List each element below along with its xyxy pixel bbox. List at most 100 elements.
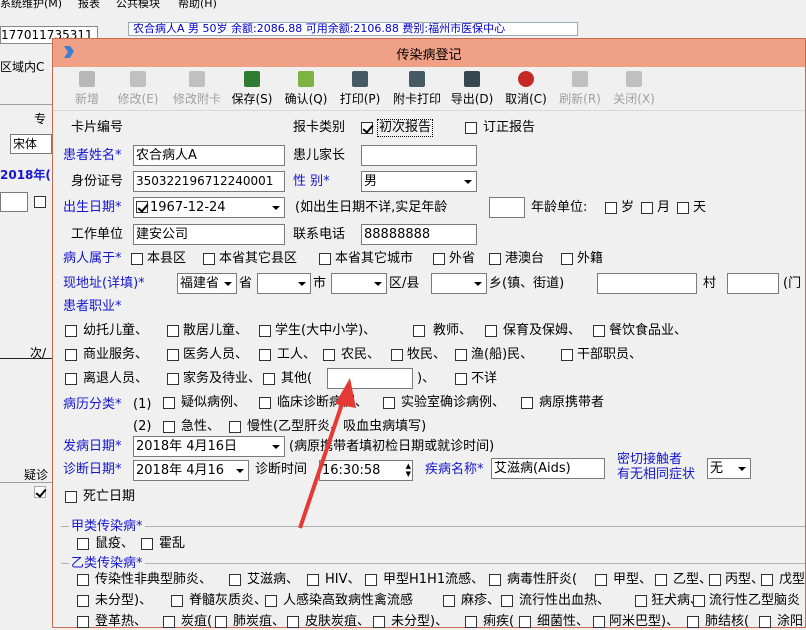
spin-icon[interactable]: ▲ ▼ [406,462,411,478]
occ-teacher-checkbox[interactable] [413,325,425,337]
diagnosis-date-picker[interactable]: 2018年 4月16 [133,460,249,481]
hepatitis-untyped-checkbox[interactable] [77,595,89,607]
export-button[interactable]: 导出(D) [449,71,495,109]
menu-help[interactable]: 帮助(H) [178,0,217,10]
hepatitis-checkbox[interactable] [489,574,501,586]
refresh-button[interactable]: 刷新(R) [557,71,603,109]
anthrax-untyped-checkbox[interactable] [373,616,385,628]
menu-report[interactable]: 报表 [78,0,100,10]
smear-positive-checkbox[interactable] [759,616,771,628]
town-select[interactable] [431,273,487,294]
hepatitis-c-checkbox[interactable] [709,574,721,586]
hepatitis-e-checkbox[interactable] [761,574,773,586]
case-chronic-checkbox[interactable] [229,421,241,433]
belong-province-county-checkbox[interactable] [203,253,215,265]
occ-worker-checkbox[interactable] [259,349,271,361]
sars-checkbox[interactable] [77,574,89,586]
age-unit-year-checkbox[interactable] [605,202,617,214]
birth-date-checkbox[interactable] [136,201,148,213]
belong-other-province-checkbox[interactable] [433,253,445,265]
district-select[interactable] [331,273,387,294]
phone-input[interactable]: 88888888 [361,224,477,245]
age-unit-month-checkbox[interactable] [641,202,653,214]
id-number-input[interactable]: 350322196712240001 [133,171,285,192]
belong-foreign-checkbox[interactable] [561,253,573,265]
occ-herdsman-checkbox[interactable] [391,349,403,361]
rabies-checkbox[interactable] [635,595,647,607]
menu-public[interactable]: 公共模块 [116,0,160,10]
skin-anthrax-checkbox[interactable] [287,616,299,628]
age-unit-day-checkbox[interactable] [677,202,689,214]
belong-hk-macau-checkbox[interactable] [489,253,501,265]
occ-student-checkbox[interactable] [259,325,271,337]
dengue-checkbox[interactable] [77,616,89,628]
hepatitis-a-checkbox[interactable] [595,574,607,586]
amoebic-checkbox[interactable] [593,616,605,628]
revised-report-checkbox[interactable] [465,122,477,134]
dialog-titlebar[interactable]: 传染病登记 [53,39,805,67]
guardian-input[interactable] [361,145,477,166]
village-input[interactable] [597,273,697,294]
edit-card-button[interactable]: 修改附卡 [169,71,225,109]
new-button[interactable]: 新增 [67,71,107,109]
patient-name-input[interactable]: 农合病人A [133,145,285,166]
contact-select[interactable]: 无 [707,458,751,479]
hemorrhagic-fever-checkbox[interactable] [501,595,513,607]
menu-system[interactable]: 系统维护(M) [0,0,62,10]
case-carrier-checkbox[interactable] [521,397,533,409]
occ-fisherman-checkbox[interactable] [455,349,467,361]
occ-kindergarten-checkbox[interactable] [65,325,77,337]
cholera-checkbox[interactable] [141,538,153,550]
occ-other-input[interactable] [327,368,413,389]
background-checkbox[interactable] [34,196,46,208]
occ-commerce-checkbox[interactable] [65,349,77,361]
encephalitis-checkbox[interactable] [693,595,705,607]
belong-province-city-checkbox[interactable] [319,253,331,265]
first-report-checkbox[interactable] [361,122,373,134]
print-card-button[interactable]: 附卡打印 [389,71,445,109]
anthrax-checkbox[interactable] [163,616,175,628]
avian-flu-checkbox[interactable] [265,595,277,607]
hiv-checkbox[interactable] [307,574,319,586]
background-input[interactable] [0,192,28,212]
background-row-checkbox[interactable] [34,486,46,498]
background-font-field[interactable]: 宋体 [10,134,52,154]
house-number-input[interactable] [727,273,779,294]
occ-other-checkbox[interactable] [263,373,275,385]
aids-checkbox[interactable] [229,574,241,586]
occ-retired-checkbox[interactable] [65,373,77,385]
tuberculosis-checkbox[interactable] [687,616,699,628]
occ-nanny-checkbox[interactable] [485,325,497,337]
diagnosis-time-input[interactable]: 16:30:58 ▲ ▼ [319,460,413,481]
save-button[interactable]: 保存(S) [229,71,275,109]
work-unit-input[interactable]: 建安公司 [133,224,285,245]
cancel-button[interactable]: 取消(C) [503,71,549,109]
case-suspected-checkbox[interactable] [163,397,175,409]
occ-catering-checkbox[interactable] [593,325,605,337]
belong-county-checkbox[interactable] [131,253,143,265]
confirm-button[interactable]: 确认(Q) [283,71,329,109]
occ-unknown-checkbox[interactable] [455,373,467,385]
print-button[interactable]: 打印(P) [337,71,383,109]
bacterial-checkbox[interactable] [519,616,531,628]
age-input[interactable] [489,197,525,218]
dysentery-checkbox[interactable] [465,616,477,628]
edit-button[interactable]: 修改(E) [115,71,161,109]
birth-date-picker[interactable]: 1967-12-24 [133,197,285,218]
case-acute-checkbox[interactable] [163,421,175,433]
occ-cadre-checkbox[interactable] [561,349,573,361]
plague-checkbox[interactable] [77,538,89,550]
city-select[interactable] [257,273,311,294]
hepatitis-b-checkbox[interactable] [655,574,667,586]
lung-anthrax-checkbox[interactable] [215,616,227,628]
occ-medical-checkbox[interactable] [167,349,179,361]
sex-select[interactable]: 男 [361,171,477,192]
close-button[interactable]: 关闭(X) [611,71,657,109]
occ-housework-checkbox[interactable] [167,373,179,385]
death-date-checkbox[interactable] [65,491,77,503]
measles-checkbox[interactable] [443,595,455,607]
disease-name-input[interactable]: 艾滋病(Aids) [491,458,605,479]
province-select[interactable]: 福建省 [177,273,237,294]
onset-date-picker[interactable]: 2018年 4月16日 [133,436,285,457]
case-clinical-checkbox[interactable] [259,397,271,409]
